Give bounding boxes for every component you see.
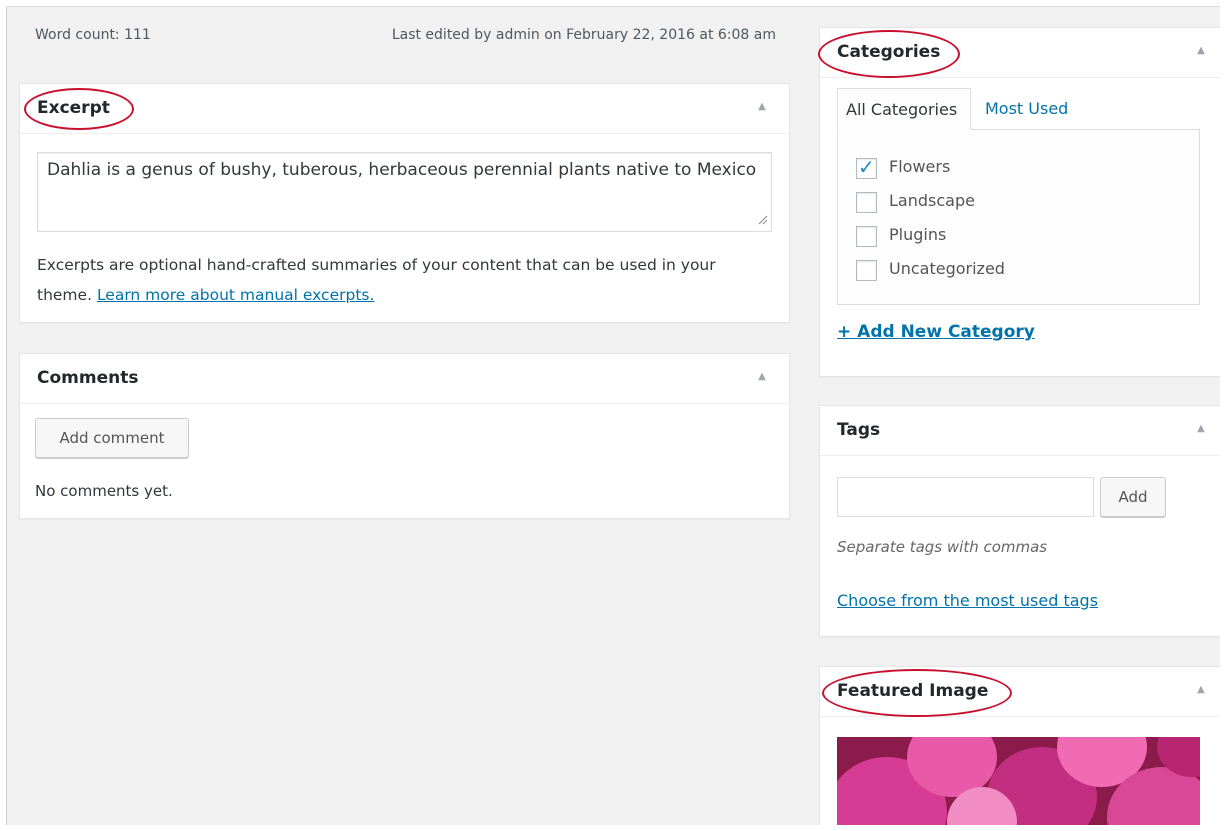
category-checklist: ✓ Flowers Landscape Plugins Uncategorize… <box>837 129 1200 305</box>
category-checkbox[interactable] <box>856 226 877 247</box>
tag-input[interactable] <box>837 477 1094 517</box>
excerpt-header[interactable]: Excerpt ▲ <box>20 84 789 134</box>
collapse-arrow-icon[interactable]: ▲ <box>755 370 769 384</box>
category-label: Landscape <box>889 191 975 210</box>
excerpt-title: Excerpt <box>37 98 110 118</box>
tags-title: Tags <box>837 420 881 440</box>
word-count: Word count: 111 <box>35 27 151 43</box>
categories-header[interactable]: Categories ▲ <box>818 28 1220 78</box>
last-edited: Last edited by admin on February 22, 201… <box>391 27 776 43</box>
excerpt-learn-more-link[interactable]: Learn more about manual excerpts. <box>97 286 374 304</box>
featured-image-thumbnail[interactable] <box>837 737 1200 825</box>
featured-image-header[interactable]: Featured Image ▲ <box>820 667 1220 717</box>
categories-title: Categories <box>837 42 941 62</box>
resize-grip-icon[interactable] <box>758 215 768 225</box>
collapse-arrow-icon[interactable]: ▲ <box>1194 44 1208 58</box>
category-checkbox[interactable]: ✓ <box>856 155 877 179</box>
collapse-arrow-icon[interactable]: ▲ <box>1194 683 1208 697</box>
checkmark-icon: ✓ <box>858 155 875 179</box>
category-checkbox[interactable] <box>856 192 877 213</box>
comments-box: Comments ▲ Add comment No comments yet. <box>19 353 790 519</box>
categories-box: Categories ▲ All Categories Most Used ✓ … <box>818 27 1220 377</box>
choose-most-used-tags-link[interactable]: Choose from the most used tags <box>837 591 1098 610</box>
category-checkbox[interactable] <box>856 260 877 281</box>
category-label: Flowers <box>889 157 951 176</box>
comments-title: Comments <box>37 368 139 388</box>
post-status-bar: Word count: 111 Last edited by admin on … <box>19 7 790 65</box>
comments-header[interactable]: Comments ▲ <box>20 354 789 404</box>
featured-image-title: Featured Image <box>837 681 989 701</box>
tags-header[interactable]: Tags ▲ <box>820 406 1220 456</box>
excerpt-box: Excerpt ▲ Dahlia is a genus of bushy, tu… <box>19 83 790 323</box>
category-label: Plugins <box>889 225 947 244</box>
collapse-arrow-icon[interactable]: ▲ <box>755 100 769 114</box>
tab-all-categories[interactable]: All Categories <box>837 88 971 130</box>
editor-frame: Word count: 111 Last edited by admin on … <box>6 6 1220 825</box>
add-tag-button[interactable]: Add <box>1100 477 1166 517</box>
excerpt-help: Excerpts are optional hand-crafted summa… <box>37 250 767 310</box>
no-comments-text: No comments yet. <box>35 482 173 500</box>
add-comment-button[interactable]: Add comment <box>35 418 189 458</box>
tags-box: Tags ▲ Add Separate tags with commas Cho… <box>819 405 1220 637</box>
excerpt-textarea[interactable]: Dahlia is a genus of bushy, tuberous, he… <box>37 152 772 232</box>
category-label: Uncategorized <box>889 259 1005 278</box>
tab-most-used[interactable]: Most Used <box>985 88 1068 130</box>
collapse-arrow-icon[interactable]: ▲ <box>1194 422 1208 436</box>
add-new-category-link[interactable]: + Add New Category <box>837 322 1035 342</box>
tags-hint: Separate tags with commas <box>837 538 1048 556</box>
featured-image-box: Featured Image ▲ <box>819 666 1220 825</box>
